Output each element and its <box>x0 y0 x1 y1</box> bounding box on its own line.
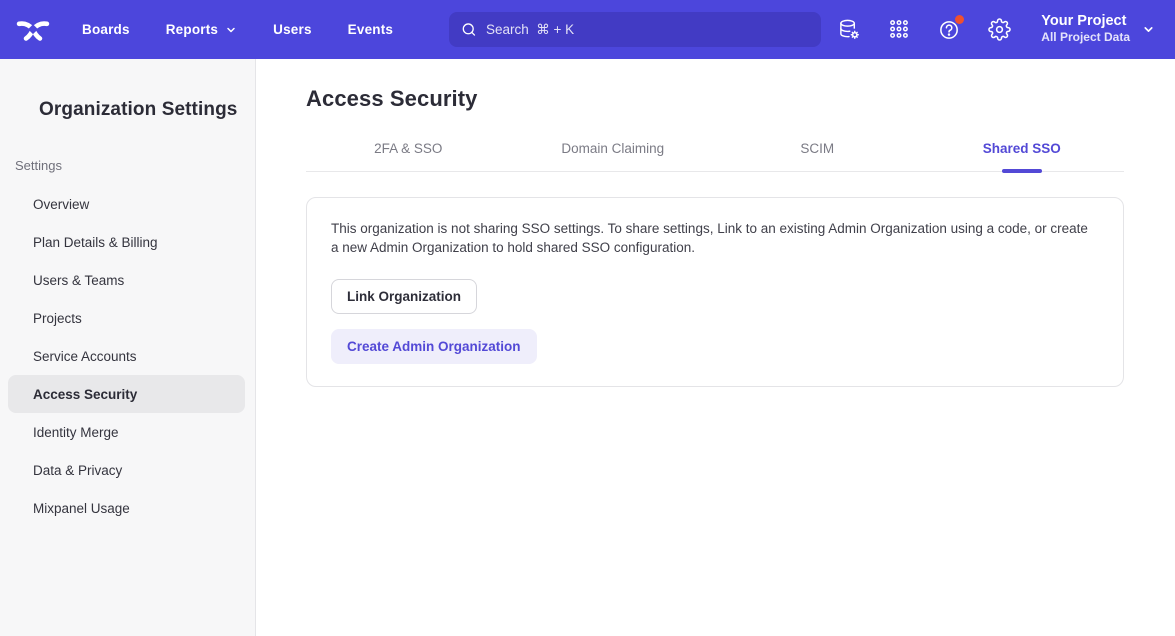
tab-bar: 2FA & SSO Domain Claiming SCIM Shared SS… <box>306 141 1124 172</box>
apps-grid-icon[interactable] <box>887 17 911 41</box>
chevron-down-icon <box>225 24 237 36</box>
sidebar-item-identity-merge[interactable]: Identity Merge <box>8 413 245 451</box>
project-switcher[interactable]: Your Project All Project Data <box>1041 13 1155 46</box>
sidebar-list: Overview Plan Details & Billing Users & … <box>0 185 255 527</box>
sidebar-item-service-accounts[interactable]: Service Accounts <box>8 337 245 375</box>
nav-item-boards[interactable]: Boards <box>82 22 130 37</box>
sidebar-item-projects[interactable]: Projects <box>8 299 245 337</box>
settings-gear-icon[interactable] <box>987 17 1011 41</box>
mixpanel-logo[interactable] <box>16 17 50 43</box>
nav-item-label: Boards <box>82 22 130 37</box>
sidebar-title: Organization Settings <box>0 99 255 121</box>
search-icon <box>461 21 477 38</box>
search-bar[interactable] <box>449 12 821 47</box>
sidebar-section-label: Settings <box>0 158 255 173</box>
shared-sso-description: This organization is not sharing SSO set… <box>331 219 1093 257</box>
navbar-right-icons: Your Project All Project Data <box>837 13 1155 46</box>
sidebar-item-access-security[interactable]: Access Security <box>8 375 245 413</box>
nav-item-label: Events <box>348 22 393 37</box>
nav-item-users[interactable]: Users <box>273 22 312 37</box>
link-organization-button[interactable]: Link Organization <box>331 279 477 314</box>
data-management-icon[interactable] <box>837 17 861 41</box>
create-admin-organization-button[interactable]: Create Admin Organization <box>331 329 537 364</box>
sidebar-item-mixpanel-usage[interactable]: Mixpanel Usage <box>8 489 245 527</box>
nav-item-label: Users <box>273 22 312 37</box>
sidebar-item-plan-details-billing[interactable]: Plan Details & Billing <box>8 223 245 261</box>
sidebar-item-overview[interactable]: Overview <box>8 185 245 223</box>
notification-badge <box>955 15 964 24</box>
nav-links: Boards Reports Users Events <box>82 22 393 37</box>
tab-shared-sso[interactable]: Shared SSO <box>920 141 1125 171</box>
nav-item-reports[interactable]: Reports <box>166 22 237 37</box>
main-content: Access Security 2FA & SSO Domain Claimin… <box>256 59 1175 636</box>
nav-item-label: Reports <box>166 22 218 37</box>
nav-item-events[interactable]: Events <box>348 22 393 37</box>
top-navbar: Boards Reports Users Events <box>0 0 1175 59</box>
tab-domain-claiming[interactable]: Domain Claiming <box>511 141 716 171</box>
help-icon[interactable] <box>937 17 961 41</box>
search-input[interactable] <box>486 22 809 37</box>
tab-2fa-sso[interactable]: 2FA & SSO <box>306 141 511 171</box>
shared-sso-card: This organization is not sharing SSO set… <box>306 197 1124 387</box>
project-scope: All Project Data <box>1041 30 1130 46</box>
chevron-down-icon <box>1142 23 1155 36</box>
project-name: Your Project <box>1041 13 1130 30</box>
sidebar-item-users-teams[interactable]: Users & Teams <box>8 261 245 299</box>
settings-sidebar: Organization Settings Settings Overview … <box>0 59 256 636</box>
tab-scim[interactable]: SCIM <box>715 141 920 171</box>
sidebar-item-data-privacy[interactable]: Data & Privacy <box>8 451 245 489</box>
page-title: Access Security <box>306 86 1124 112</box>
